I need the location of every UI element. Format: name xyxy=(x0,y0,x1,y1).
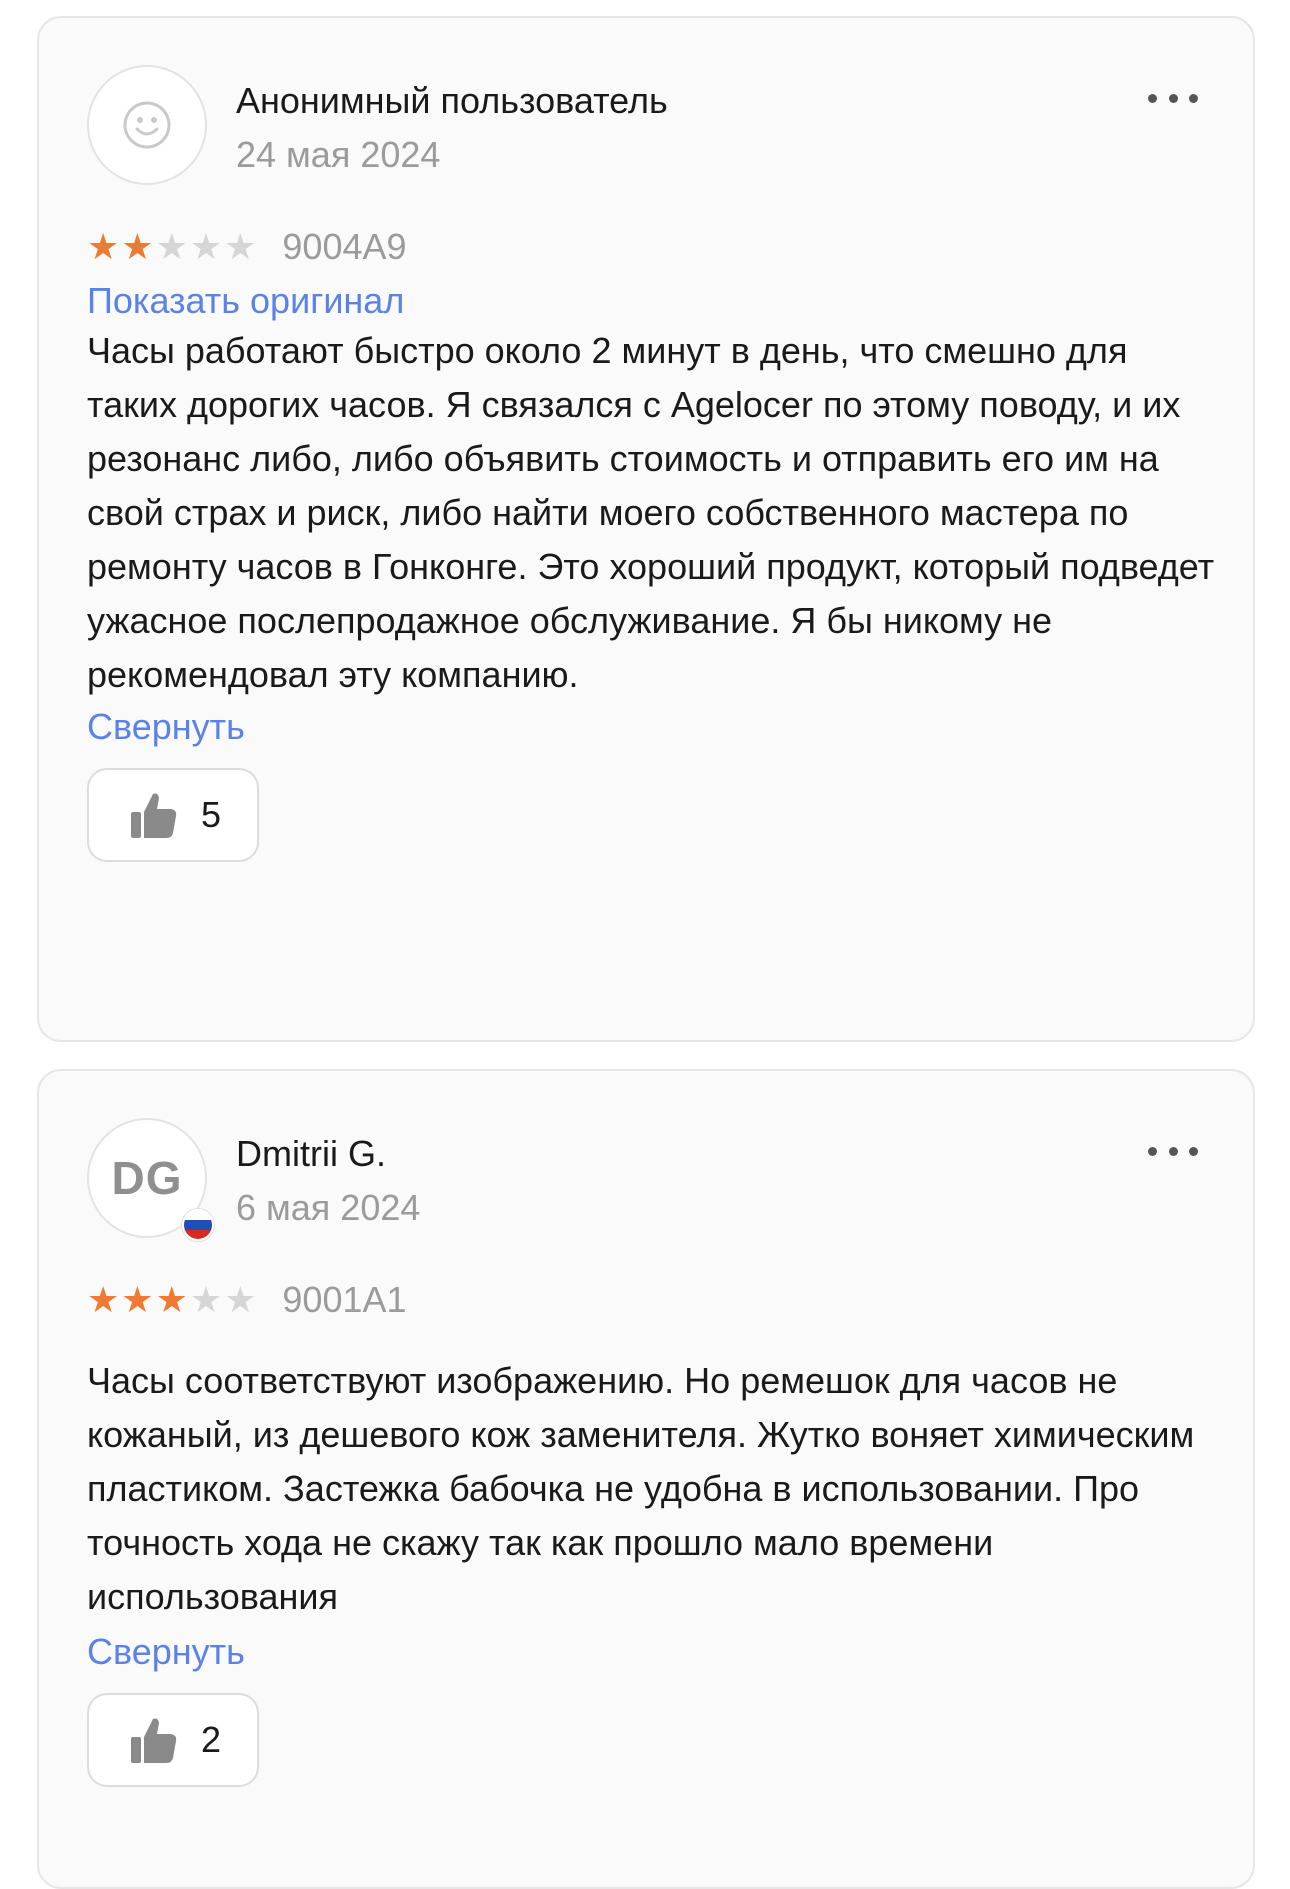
thumbs-up-icon xyxy=(131,793,177,838)
review-text: Часы соответствуют изображению. Но ремеш… xyxy=(87,1360,1195,1617)
russia-flag-icon xyxy=(182,1209,214,1241)
author-name: Анонимный пользователь xyxy=(236,80,668,121)
like-count: 2 xyxy=(201,1719,222,1760)
star-empty-icon: ★ xyxy=(189,226,223,267)
star-filled-icon: ★ xyxy=(87,226,120,267)
rating-row: ★ ★ ★ ★ ★ 9001A1 xyxy=(87,1279,407,1321)
like-count: 5 xyxy=(201,794,222,835)
review-card: Анонимный пользователь 24 мая 2024 ★ ★ ★ ★ ★… xyxy=(37,16,1255,1042)
star-empty-icon: ★ xyxy=(224,1279,257,1320)
more-options-icon[interactable] xyxy=(1148,1141,1198,1161)
star-filled-icon: ★ xyxy=(121,226,154,267)
star-rating: ★ ★ ★ ★ ★ xyxy=(87,1282,256,1318)
product-sku: 9001A1 xyxy=(282,1279,407,1320)
star-empty-icon: ★ xyxy=(189,1279,223,1320)
collapse-link[interactable]: Свернуть xyxy=(87,1631,245,1673)
review-date: 24 мая 2024 xyxy=(236,134,441,175)
show-original-link[interactable]: Показать оригинал xyxy=(87,280,404,322)
star-filled-icon: ★ xyxy=(87,1279,120,1320)
star-filled-icon: ★ xyxy=(121,1279,154,1320)
smiley-icon xyxy=(123,101,171,149)
avatar xyxy=(87,65,207,185)
like-button[interactable]: 2 xyxy=(87,1693,259,1787)
review-text: Часы работают быстро около 2 минут в ден… xyxy=(87,330,1215,695)
star-filled-icon: ★ xyxy=(155,1279,188,1320)
star-empty-icon: ★ xyxy=(155,226,188,267)
product-sku: 9004A9 xyxy=(282,226,407,267)
avatar: DG xyxy=(87,1118,214,1241)
review-date: 6 мая 2024 xyxy=(236,1187,421,1228)
review-card: DG Dmitrii G. 6 мая 2024 ★ ★ ★ ★ ★ 9001A1 Ча… xyxy=(37,1069,1255,1889)
star-rating: ★ ★ ★ ★ ★ xyxy=(87,229,256,265)
star-empty-icon: ★ xyxy=(224,226,257,267)
like-button[interactable]: 5 xyxy=(87,768,259,862)
rating-row: ★ ★ ★ ★ ★ 9004A9 xyxy=(87,226,407,268)
more-options-icon[interactable] xyxy=(1148,88,1198,108)
thumbs-up-icon xyxy=(131,1718,177,1763)
collapse-link[interactable]: Свернуть xyxy=(87,706,245,748)
avatar-initials: DG xyxy=(111,1152,183,1204)
author-name: Dmitrii G. xyxy=(236,1133,386,1174)
